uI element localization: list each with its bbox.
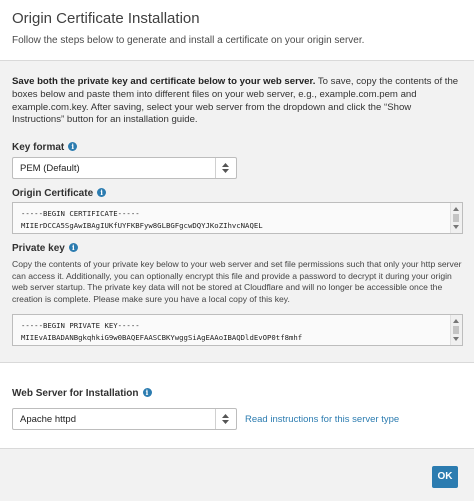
key-format-label: Key format i bbox=[12, 142, 78, 153]
origin-certificate-modal: Origin Certificate Installation Follow t… bbox=[0, 0, 474, 501]
web-server-label: Web Server for Installation i bbox=[12, 388, 152, 399]
intro-text: Save both the private key and certificat… bbox=[12, 76, 464, 127]
private-key-line-1: -----BEGIN PRIVATE KEY----- bbox=[21, 321, 140, 330]
origin-certificate-label-text: Origin Certificate bbox=[12, 188, 94, 199]
scrollbar[interactable] bbox=[450, 315, 462, 345]
key-format-label-text: Key format bbox=[12, 142, 65, 153]
scroll-up-icon[interactable] bbox=[453, 319, 459, 323]
updown-arrows-icon bbox=[215, 409, 236, 429]
scroll-thumb[interactable] bbox=[453, 214, 459, 222]
web-server-panel bbox=[0, 363, 474, 448]
web-server-select[interactable]: Apache httpd bbox=[12, 408, 237, 430]
web-server-label-text: Web Server for Installation bbox=[12, 388, 139, 399]
web-server-value: Apache httpd bbox=[20, 414, 76, 425]
private-key-label-text: Private key bbox=[12, 243, 65, 254]
key-format-select[interactable]: PEM (Default) bbox=[12, 157, 237, 179]
scrollbar[interactable] bbox=[450, 203, 462, 233]
updown-arrows-icon bbox=[215, 158, 236, 178]
private-key-line-2: MIIEvAIBADANBgkqhkiG9w0BAQEFAASCBKYwggSi… bbox=[21, 333, 303, 342]
intro-bold: Save both the private key and certificat… bbox=[12, 76, 316, 87]
scroll-down-icon[interactable] bbox=[453, 225, 459, 229]
modal-footer bbox=[0, 449, 474, 501]
info-icon[interactable]: i bbox=[97, 188, 107, 197]
info-icon[interactable]: i bbox=[142, 388, 152, 397]
origin-certificate-label: Origin Certificate i bbox=[12, 188, 107, 199]
scroll-thumb[interactable] bbox=[453, 326, 459, 334]
read-instructions-link[interactable]: Read instructions for this server type bbox=[245, 414, 399, 425]
key-format-value: PEM (Default) bbox=[20, 163, 80, 174]
scroll-up-icon[interactable] bbox=[453, 207, 459, 211]
private-key-textarea[interactable]: -----BEGIN PRIVATE KEY----- MIIEvAIBADAN… bbox=[12, 314, 463, 346]
modal-title: Origin Certificate Installation bbox=[12, 10, 200, 27]
modal-subtitle: Follow the steps below to generate and i… bbox=[12, 35, 365, 46]
modal-header: Origin Certificate Installation Follow t… bbox=[0, 0, 474, 60]
info-icon[interactable]: i bbox=[68, 243, 78, 252]
certificate-line-1: -----BEGIN CERTIFICATE----- bbox=[21, 209, 140, 218]
certificate-line-2: MIIErDCCA5SgAwIBAgIUKfUYFKBFyw8GLBGFgcwD… bbox=[21, 221, 263, 230]
ok-button[interactable]: OK bbox=[432, 466, 458, 488]
private-key-label: Private key i bbox=[12, 243, 78, 254]
origin-certificate-textarea[interactable]: -----BEGIN CERTIFICATE----- MIIErDCCA5Sg… bbox=[12, 202, 463, 234]
scroll-down-icon[interactable] bbox=[453, 337, 459, 341]
info-icon[interactable]: i bbox=[68, 142, 78, 151]
private-key-description: Copy the contents of your private key be… bbox=[12, 259, 462, 304]
